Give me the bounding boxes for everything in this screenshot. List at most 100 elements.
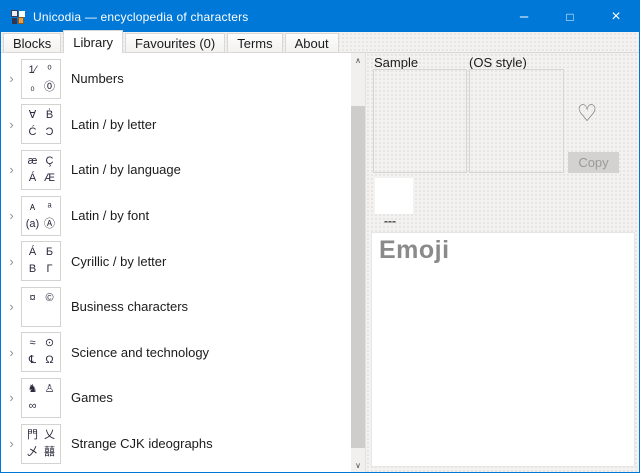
scrollbar-thumb[interactable] (351, 106, 365, 448)
category-glyph: 囍 (41, 444, 58, 461)
category-glyph: Ⓐ (41, 216, 58, 233)
category-glyph: ⓪ (41, 79, 58, 96)
category-preview-icon: ∀Ḃ ĆƆ (21, 104, 61, 144)
os-style-preview-box (469, 69, 564, 173)
sample-preview-box (373, 69, 467, 173)
chevron-right-icon[interactable]: › (2, 390, 21, 405)
chevron-right-icon[interactable]: › (2, 162, 21, 177)
maximize-button[interactable]: □ (547, 1, 593, 32)
chevron-right-icon[interactable]: › (2, 208, 21, 223)
category-preview-icon: ¤© (21, 287, 61, 327)
category-glyph: Á (24, 244, 41, 261)
category-glyph (24, 307, 41, 324)
chevron-right-icon[interactable]: › (2, 254, 21, 269)
category-glyph: Ç (41, 153, 58, 170)
tab-library[interactable]: Library (63, 30, 123, 53)
tree-item-label: Cyrillic / by letter (71, 254, 166, 269)
close-icon: × (611, 8, 620, 26)
tree-item-label: Science and technology (71, 345, 209, 360)
sample-label: Sample (374, 55, 418, 70)
favourite-button[interactable]: ♡ (571, 97, 603, 129)
chevron-right-icon[interactable]: › (2, 436, 21, 451)
title-bar: Unicodia — encyclopedia of characters – … (1, 1, 639, 32)
minimize-button[interactable]: – (501, 1, 547, 32)
tree-item-cyrillic-by-letter[interactable]: › ÁБ ВГ Cyrillic / by letter (1, 238, 351, 284)
chevron-right-icon[interactable]: › (2, 299, 21, 314)
chevron-right-icon[interactable]: › (2, 345, 21, 360)
category-glyph: Г (41, 261, 58, 278)
close-button[interactable]: × (593, 1, 639, 32)
maximize-icon: □ (566, 10, 573, 24)
tab-favourites-0[interactable]: Favourites (0) (125, 33, 225, 52)
category-preview-icon: ≈⊙ ℄Ω (21, 332, 61, 372)
category-glyph: ≈ (24, 335, 41, 352)
selected-character-cell[interactable] (375, 178, 413, 214)
main-area: › 1⁄⁰ ₀⓪ Numbers › ∀Ḃ ĆƆ Latin / by lett… (1, 53, 639, 472)
category-glyph: ♙ (41, 381, 58, 398)
category-glyph: © (41, 290, 58, 307)
tree-item-label: Latin / by language (71, 162, 181, 177)
tree-item-label: Numbers (71, 71, 124, 86)
tree-item-games[interactable]: › ♞♙ ∞ Games (1, 375, 351, 421)
tab-terms[interactable]: Terms (227, 33, 282, 52)
category-glyph: Ɔ (41, 124, 58, 141)
category-glyph: 乂 (41, 427, 58, 444)
tree-item-latin-by-letter[interactable]: › ∀Ḃ ĆƆ Latin / by letter (1, 102, 351, 148)
caption-buttons: – □ × (501, 1, 639, 32)
minimize-icon: – (520, 12, 528, 22)
copy-button[interactable]: Copy (568, 152, 619, 173)
tree-item-latin-by-language[interactable]: › æÇ ÁÆ Latin / by language (1, 147, 351, 193)
category-glyph: Ḃ (41, 107, 58, 124)
category-glyph: ⁰ (41, 62, 58, 79)
description-pane: Emoji (371, 232, 635, 467)
category-glyph: 1⁄ (24, 62, 41, 79)
tree-item-numbers[interactable]: › 1⁄⁰ ₀⓪ Numbers (1, 56, 351, 102)
chevron-right-icon[interactable]: › (2, 117, 21, 132)
tree-item-business-characters[interactable]: › ¤© Business characters (1, 284, 351, 330)
app-logo-icon (10, 9, 26, 25)
category-glyph: ₀ (24, 79, 41, 96)
chevron-right-icon[interactable]: › (2, 71, 21, 86)
category-glyph: ∀ (24, 107, 41, 124)
category-glyph: 乄 (24, 444, 41, 461)
category-preview-icon: 門乂 乄囍 (21, 424, 61, 464)
preview-panel: Sample (OS style) ♡ Copy --- Emoji (365, 53, 639, 472)
tree-item-label: Business characters (71, 299, 188, 314)
tree-item-science-and-technology[interactable]: › ≈⊙ ℄Ω Science and technology (1, 330, 351, 376)
tree-item-label: Strange CJK ideographs (71, 436, 213, 451)
category-glyph (41, 398, 58, 415)
category-preview-icon: 1⁄⁰ ₀⓪ (21, 59, 61, 99)
tree-item-strange-cjk-ideographs[interactable]: › 門乂 乄囍 Strange CJK ideographs (1, 421, 351, 467)
tree-scrollbar[interactable]: ∧ ∨ (351, 53, 365, 472)
tab-blocks[interactable]: Blocks (3, 33, 61, 52)
category-preview-icon: æÇ ÁÆ (21, 150, 61, 190)
category-glyph: 門 (24, 427, 41, 444)
category-preview-icon: ÁБ ВГ (21, 241, 61, 281)
category-glyph: ♞ (24, 381, 41, 398)
category-glyph: ¤ (24, 290, 41, 307)
category-glyph: Б (41, 244, 58, 261)
category-glyph: ᵃ (41, 199, 58, 216)
category-glyph: æ (24, 153, 41, 170)
tree-item-latin-by-font[interactable]: › ᴀᵃ (a)Ⓐ Latin / by font (1, 193, 351, 239)
app-window: Unicodia — encyclopedia of characters – … (0, 0, 640, 473)
category-glyph (41, 307, 58, 324)
category-glyph: Á (24, 170, 41, 187)
window-title: Unicodia — encyclopedia of characters (33, 10, 249, 24)
category-glyph: ∞ (24, 398, 41, 415)
category-tree: › 1⁄⁰ ₀⓪ Numbers › ∀Ḃ ĆƆ Latin / by lett… (1, 53, 351, 472)
category-glyph: ⊙ (41, 335, 58, 352)
character-code-placeholder: --- (384, 214, 396, 228)
tab-bar: BlocksLibraryFavourites (0)TermsAbout (1, 32, 639, 53)
category-preview-icon: ♞♙ ∞ (21, 378, 61, 418)
tab-about[interactable]: About (285, 33, 339, 52)
os-style-label: (OS style) (469, 55, 527, 70)
tree-item-label: Latin / by letter (71, 117, 156, 132)
heart-icon: ♡ (577, 100, 598, 127)
category-glyph: ℄ (24, 352, 41, 369)
category-preview-icon: ᴀᵃ (a)Ⓐ (21, 196, 61, 236)
scroll-down-icon[interactable]: ∨ (351, 458, 365, 472)
block-heading: Emoji (379, 236, 627, 265)
scroll-up-icon[interactable]: ∧ (351, 53, 365, 67)
category-glyph: (a) (24, 216, 41, 233)
